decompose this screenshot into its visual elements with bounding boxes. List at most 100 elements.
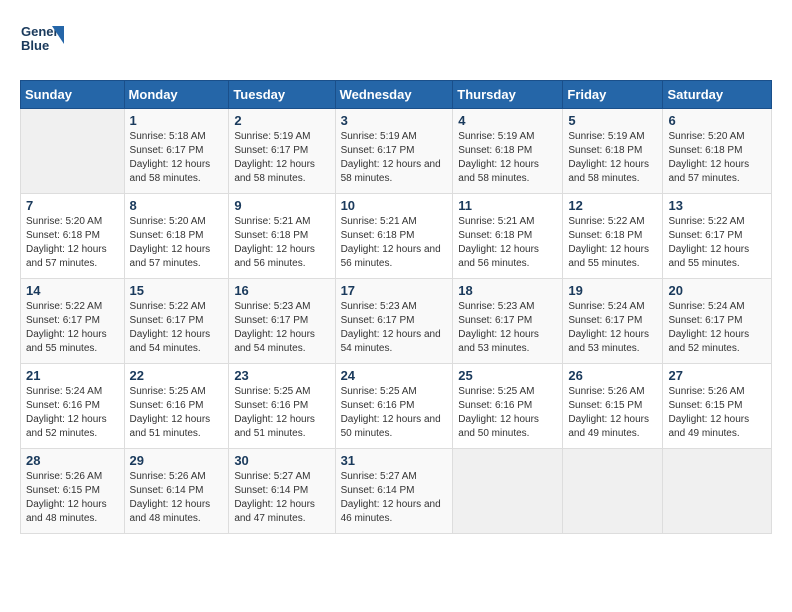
weekday-header-monday: Monday xyxy=(124,81,229,109)
day-number: 13 xyxy=(668,198,766,213)
calendar-cell: 26Sunrise: 5:26 AM Sunset: 6:15 PM Dayli… xyxy=(563,364,663,449)
weekday-header-wednesday: Wednesday xyxy=(335,81,453,109)
day-number: 26 xyxy=(568,368,657,383)
day-number: 3 xyxy=(341,113,448,128)
day-info: Sunrise: 5:20 AM Sunset: 6:18 PM Dayligh… xyxy=(26,215,119,271)
calendar-cell: 23 Sunrise: 5:25 AM Sunset: 6:16 PM Dayli… xyxy=(229,364,335,449)
day-info: Sunrise: 5:20 AM Sunset: 6:18 PM Dayligh… xyxy=(668,130,766,186)
day-info: Sunrise: 5:26 AM Sunset: 6:14 PM Dayligh… xyxy=(130,470,224,526)
day-info: Sunrise: 5:21 AM Sunset: 6:18 PM Dayligh… xyxy=(458,215,557,271)
day-number: 20 xyxy=(668,283,766,298)
day-info: Sunrise: 5:19 AM Sunset: 6:18 PM Dayligh… xyxy=(568,130,657,186)
day-number: 1 xyxy=(130,113,224,128)
day-number: 8 xyxy=(130,198,224,213)
day-number: 19 xyxy=(568,283,657,298)
day-info: Sunrise: 5:24 AM Sunset: 6:16 PM Dayligh… xyxy=(26,385,119,441)
day-number: 28 xyxy=(26,453,119,468)
calendar-cell: 1 Sunrise: 5:18 AM Sunset: 6:17 PM Daylig… xyxy=(124,109,229,194)
day-number: 15 xyxy=(130,283,224,298)
day-number: 22 xyxy=(130,368,224,383)
weekday-header-friday: Friday xyxy=(563,81,663,109)
day-number: 17 xyxy=(341,283,448,298)
day-info: Sunrise: 5:20 AM Sunset: 6:18 PM Dayligh… xyxy=(130,215,224,271)
day-info: Sunrise: 5:19 AM Sunset: 6:17 PM Dayligh… xyxy=(341,130,448,186)
page-header: General Blue xyxy=(20,20,772,64)
calendar-cell: 12 Sunrise: 5:22 AM Sunset: 6:18 PM Dayli… xyxy=(563,194,663,279)
day-info: Sunrise: 5:25 AM Sunset: 6:16 PM Dayligh… xyxy=(341,385,448,441)
calendar-cell xyxy=(453,449,563,534)
calendar-table: SundayMondayTuesdayWednesdayThursdayFrid… xyxy=(20,80,772,534)
day-number: 29 xyxy=(130,453,224,468)
day-number: 6 xyxy=(668,113,766,128)
day-info: Sunrise: 5:24 AM Sunset: 6:17 PM Dayligh… xyxy=(668,300,766,356)
day-info: Sunrise: 5:25 AM Sunset: 6:16 PM Dayligh… xyxy=(458,385,557,441)
day-number: 21 xyxy=(26,368,119,383)
calendar-cell: 10 Sunrise: 5:21 AM Sunset: 6:18 PM Dayli… xyxy=(335,194,453,279)
day-number: 2 xyxy=(234,113,329,128)
day-number: 5 xyxy=(568,113,657,128)
calendar-cell: 25 Sunrise: 5:25 AM Sunset: 6:16 PM Dayli… xyxy=(453,364,563,449)
day-info: Sunrise: 5:22 AM Sunset: 6:17 PM Dayligh… xyxy=(130,300,224,356)
calendar-cell: 5 Sunrise: 5:19 AM Sunset: 6:18 PM Daylig… xyxy=(563,109,663,194)
weekday-header-tuesday: Tuesday xyxy=(229,81,335,109)
day-number: 9 xyxy=(234,198,329,213)
day-info: Sunrise: 5:22 AM Sunset: 6:17 PM Dayligh… xyxy=(668,215,766,271)
day-info: Sunrise: 5:27 AM Sunset: 6:14 PM Dayligh… xyxy=(234,470,329,526)
calendar-cell: 30Sunrise: 5:27 AM Sunset: 6:14 PM Dayli… xyxy=(229,449,335,534)
calendar-cell: 18Sunrise: 5:23 AM Sunset: 6:17 PM Dayli… xyxy=(453,279,563,364)
calendar-cell: 8 Sunrise: 5:20 AM Sunset: 6:18 PM Daylig… xyxy=(124,194,229,279)
day-number: 27 xyxy=(668,368,766,383)
weekday-header-sunday: Sunday xyxy=(21,81,125,109)
day-info: Sunrise: 5:22 AM Sunset: 6:18 PM Dayligh… xyxy=(568,215,657,271)
day-number: 14 xyxy=(26,283,119,298)
calendar-cell: 11Sunrise: 5:21 AM Sunset: 6:18 PM Dayli… xyxy=(453,194,563,279)
day-info: Sunrise: 5:26 AM Sunset: 6:15 PM Dayligh… xyxy=(26,470,119,526)
day-number: 12 xyxy=(568,198,657,213)
calendar-cell: 4 Sunrise: 5:19 AM Sunset: 6:18 PM Daylig… xyxy=(453,109,563,194)
calendar-cell: 29 Sunrise: 5:26 AM Sunset: 6:14 PM Dayli… xyxy=(124,449,229,534)
day-info: Sunrise: 5:18 AM Sunset: 6:17 PM Dayligh… xyxy=(130,130,224,186)
calendar-cell xyxy=(563,449,663,534)
logo: General Blue xyxy=(20,20,64,64)
weekday-header-saturday: Saturday xyxy=(663,81,772,109)
svg-text:Blue: Blue xyxy=(21,38,49,53)
calendar-cell: 3 Sunrise: 5:19 AM Sunset: 6:17 PM Daylig… xyxy=(335,109,453,194)
day-info: Sunrise: 5:22 AM Sunset: 6:17 PM Dayligh… xyxy=(26,300,119,356)
calendar-cell: 9 Sunrise: 5:21 AM Sunset: 6:18 PM Daylig… xyxy=(229,194,335,279)
day-number: 31 xyxy=(341,453,448,468)
calendar-cell xyxy=(21,109,125,194)
calendar-cell: 19 Sunrise: 5:24 AM Sunset: 6:17 PM Dayli… xyxy=(563,279,663,364)
day-info: Sunrise: 5:21 AM Sunset: 6:18 PM Dayligh… xyxy=(341,215,448,271)
day-info: Sunrise: 5:19 AM Sunset: 6:18 PM Dayligh… xyxy=(458,130,557,186)
day-info: Sunrise: 5:25 AM Sunset: 6:16 PM Dayligh… xyxy=(234,385,329,441)
day-number: 25 xyxy=(458,368,557,383)
day-number: 4 xyxy=(458,113,557,128)
day-info: Sunrise: 5:24 AM Sunset: 6:17 PM Dayligh… xyxy=(568,300,657,356)
calendar-cell: 16Sunrise: 5:23 AM Sunset: 6:17 PM Dayli… xyxy=(229,279,335,364)
week-row-4: 21 Sunrise: 5:24 AM Sunset: 6:16 PM Dayli… xyxy=(21,364,772,449)
calendar-cell: 17 Sunrise: 5:23 AM Sunset: 6:17 PM Dayli… xyxy=(335,279,453,364)
week-row-2: 7Sunrise: 5:20 AM Sunset: 6:18 PM Daylig… xyxy=(21,194,772,279)
day-number: 18 xyxy=(458,283,557,298)
weekday-header-row: SundayMondayTuesdayWednesdayThursdayFrid… xyxy=(21,81,772,109)
day-number: 23 xyxy=(234,368,329,383)
week-row-1: 1 Sunrise: 5:18 AM Sunset: 6:17 PM Daylig… xyxy=(21,109,772,194)
calendar-cell: 24Sunrise: 5:25 AM Sunset: 6:16 PM Dayli… xyxy=(335,364,453,449)
calendar-cell: 14 Sunrise: 5:22 AM Sunset: 6:17 PM Dayli… xyxy=(21,279,125,364)
calendar-cell: 28 Sunrise: 5:26 AM Sunset: 6:15 PM Dayli… xyxy=(21,449,125,534)
day-info: Sunrise: 5:21 AM Sunset: 6:18 PM Dayligh… xyxy=(234,215,329,271)
calendar-cell: 22 Sunrise: 5:25 AM Sunset: 6:16 PM Dayli… xyxy=(124,364,229,449)
day-info: Sunrise: 5:25 AM Sunset: 6:16 PM Dayligh… xyxy=(130,385,224,441)
calendar-cell: 21 Sunrise: 5:24 AM Sunset: 6:16 PM Dayli… xyxy=(21,364,125,449)
week-row-5: 28 Sunrise: 5:26 AM Sunset: 6:15 PM Dayli… xyxy=(21,449,772,534)
day-info: Sunrise: 5:23 AM Sunset: 6:17 PM Dayligh… xyxy=(234,300,329,356)
day-number: 10 xyxy=(341,198,448,213)
calendar-cell: 13 Sunrise: 5:22 AM Sunset: 6:17 PM Dayli… xyxy=(663,194,772,279)
day-info: Sunrise: 5:23 AM Sunset: 6:17 PM Dayligh… xyxy=(341,300,448,356)
calendar-cell: 15 Sunrise: 5:22 AM Sunset: 6:17 PM Dayli… xyxy=(124,279,229,364)
calendar-cell xyxy=(663,449,772,534)
calendar-cell: 2Sunrise: 5:19 AM Sunset: 6:17 PM Daylig… xyxy=(229,109,335,194)
calendar-cell: 6 Sunrise: 5:20 AM Sunset: 6:18 PM Daylig… xyxy=(663,109,772,194)
calendar-cell: 20 Sunrise: 5:24 AM Sunset: 6:17 PM Dayli… xyxy=(663,279,772,364)
calendar-cell: 31Sunrise: 5:27 AM Sunset: 6:14 PM Dayli… xyxy=(335,449,453,534)
